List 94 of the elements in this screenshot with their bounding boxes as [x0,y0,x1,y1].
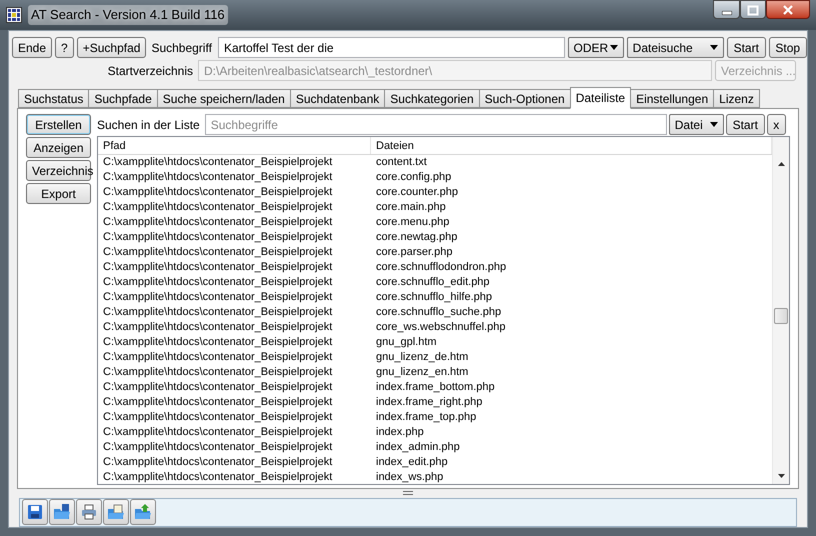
start-button[interactable]: Start [727,37,766,58]
scrollbar[interactable] [772,137,789,484]
help-button[interactable]: ? [55,37,74,58]
table-cell-text: index_admin.php [375,440,461,455]
table-cell-text: C:\xampplite\htdocs\contenator_Beispielprojekt [102,290,334,305]
table-cell-text: C:\xampplite\htdocs\contenator_Beispielprojekt [102,275,334,290]
close-icon [781,4,795,16]
table-cell-text: C:\xampplite\htdocs\contenator_Beispielprojekt [102,200,334,215]
table-cell-text: core.menu.php [375,215,450,230]
field-label: Startverzeichnis [108,62,193,80]
caret-icon [710,45,718,50]
tab[interactable]: Lizenz [713,89,760,108]
folder-icon [53,503,71,522]
table-cell-text: C:\xampplite\htdocs\contenator_Beispielprojekt [102,155,334,170]
table-cell-text: core_ws.webschnuffel.php [375,320,506,335]
minimize-icon [722,10,732,14]
scope-dropdown[interactable]: Datei [668,114,724,135]
table-cell-text: core.schnufflo_hilfe.php [375,290,493,305]
table-cell-text: C:\xampplite\htdocs\contenator_Beispielprojekt [102,215,334,230]
folder-arrow-icon [134,503,152,522]
app-icon [6,7,22,23]
toolbar-button[interactable] [22,499,48,526]
list-action-button[interactable]: Anzeigen [26,137,91,158]
table-cell-text: C:\xampplite\htdocs\contenator_Beispielprojekt [102,245,334,260]
table-cell-text: gnu_lizenz_de.htm [375,350,470,365]
folder-document-icon [107,503,125,522]
table-cell-text: core.config.php [375,170,452,185]
table-cell-text: gnu_gpl.htm [375,335,438,350]
caret-icon [710,122,718,127]
field-label: Suchen in der Liste [97,116,200,134]
table-cell-text: C:\xampplite\htdocs\contenator_Beispielprojekt [102,395,334,410]
table-cell-text: C:\xampplite\htdocs\contenator_Beispielprojekt [102,410,334,425]
tab[interactable]: Suchpfade [88,89,158,108]
table-cell-text: C:\xampplite\htdocs\contenator_Beispielprojekt [102,350,334,365]
table-cell-text: C:\xampplite\htdocs\contenator_Beispielprojekt [102,320,334,335]
scroll-thumb[interactable] [774,308,788,324]
toolbar-button[interactable] [76,499,102,526]
table-cell-text: C:\xampplite\htdocs\contenator_Beispielprojekt [102,440,334,455]
action-button[interactable]: Ende [12,37,52,58]
table-cell-text: index.php [375,425,425,440]
table-cell-text: C:\xampplite\htdocs\contenator_Beispielprojekt [102,470,334,484]
table-cell-text: index.frame_bottom.php [375,380,496,395]
caret-icon [610,45,618,50]
tab[interactable]: Dateiliste [570,87,632,109]
tab[interactable]: Suche speichern/laden [156,89,291,108]
maximize-button[interactable] [740,0,766,19]
column-header[interactable]: Pfad [98,137,371,154]
close-button[interactable] [766,0,810,19]
list-action-button[interactable]: Export [26,183,91,204]
window-title: AT Search - Version 4.1 Build 116 [28,5,228,25]
table-cell-text: core.newtag.php [375,230,458,245]
printer-icon [80,503,98,522]
start-button[interactable]: Start [726,114,765,135]
action-button[interactable]: +Suchpfad [76,37,146,58]
maximize-icon [746,4,760,16]
table-cell-text: core.schnufflodondron.php [375,260,508,275]
table-cell-text: C:\xampplite\htdocs\contenator_Beispielprojekt [102,365,334,380]
table-cell-text: C:\xampplite\htdocs\contenator_Beispielprojekt [102,260,334,275]
table-cell-text: index_ws.php [375,470,444,484]
table-cell-text: core.main.php [375,200,447,215]
table-cell-text: C:\xampplite\htdocs\contenator_Beispielprojekt [102,455,334,470]
table-cell-text: core.schnufflo_edit.php [375,275,491,290]
tab[interactable]: Suchkategorien [384,89,480,108]
tab[interactable]: Einstellungen [630,89,714,108]
table-cell-text: C:\xampplite\htdocs\contenator_Beispielprojekt [102,170,334,185]
field-label: Suchbegriff [151,40,212,56]
table-cell-text: content.txt [375,155,428,170]
table-cell-text: C:\xampplite\htdocs\contenator_Beispielprojekt [102,185,334,200]
table-cell-text: C:\xampplite\htdocs\contenator_Beispielprojekt [102,425,334,440]
table-cell-text: C:\xampplite\htdocs\contenator_Beispielprojekt [102,380,334,395]
table-cell-text: index.frame_top.php [375,410,478,425]
table-cell-text: C:\xampplite\htdocs\contenator_Beispielprojekt [102,305,334,320]
table-cell-text: core.counter.php [375,185,459,200]
tab[interactable]: Suchstatus [18,89,90,108]
list-action-button[interactable]: Erstellen [26,114,91,135]
table-cell-text: C:\xampplite\htdocs\contenator_Beispielprojekt [102,335,334,350]
table-cell-text: index.frame_right.php [375,395,484,410]
table-cell-text: core.schnufflo_suche.php [375,305,502,320]
table-cell-text: gnu_lizenz_en.htm [375,365,470,380]
toolbar-button[interactable] [49,499,75,526]
search-field[interactable]: Kartoffel Test der die [218,37,564,58]
table-cell-text: core.parser.php [375,245,454,260]
search-type-dropdown[interactable]: Dateisuche [626,37,724,58]
save-icon [26,503,44,522]
mode-dropdown[interactable]: ODER [568,37,624,58]
tab[interactable]: Such-Optionen [478,89,571,108]
minimize-button[interactable] [713,0,740,19]
tab[interactable]: Suchdatenbank [290,89,386,108]
list-action-button[interactable]: Verzeichnis [26,160,91,181]
table-cell-text: index_edit.php [375,455,449,470]
clear-button[interactable]: x [766,114,786,135]
stop-button[interactable]: Stop [768,37,807,58]
table-cell-text: C:\xampplite\htdocs\contenator_Beispielprojekt [102,230,334,245]
list-search-field[interactable]: Suchbegriffe [204,114,667,135]
